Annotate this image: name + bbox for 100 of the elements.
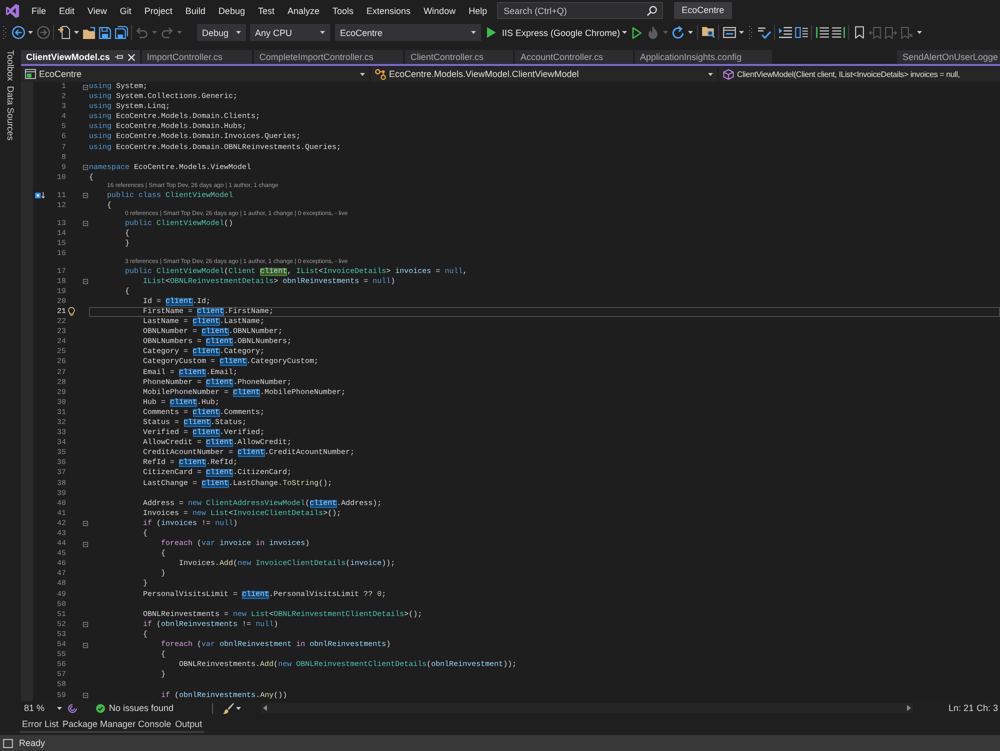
code-cleanup-button[interactable]: [222, 702, 241, 714]
menu-item[interactable]: File: [25, 6, 53, 16]
startup-project-dropdown[interactable]: EcoCentre: [335, 24, 481, 41]
left-triangle-icon[interactable]: [262, 705, 267, 711]
document-tab[interactable]: AccountController.cs: [515, 50, 634, 64]
start-debugging-button[interactable]: IIS Express (Google Chrome): [487, 24, 620, 42]
logo-icon[interactable]: [5, 4, 20, 18]
window-icon: [25, 69, 36, 79]
tool-window-tab[interactable]: Package Manager Console: [60, 717, 174, 733]
document-tab[interactable]: CompleteImportController.cs: [254, 50, 404, 64]
save-all-button[interactable]: [113, 24, 129, 42]
menu-item[interactable]: Project: [138, 6, 179, 16]
dotted-grip-icon[interactable]: [749, 26, 752, 39]
caret-icon: [152, 31, 157, 34]
menu-item[interactable]: Debug: [212, 6, 252, 16]
menu-item[interactable]: Edit: [52, 6, 82, 16]
left-arrow-circle-icon: [12, 26, 24, 39]
pin-icon[interactable]: [114, 54, 123, 60]
play-icon: [487, 27, 496, 38]
minus-square-icon[interactable]: [83, 221, 88, 226]
side-panel-tab[interactable]: Toolbox: [6, 50, 16, 82]
platform-dropdown[interactable]: Any CPU: [250, 24, 330, 41]
curved-arrow-icon: [161, 26, 173, 38]
tool-window-tab[interactable]: Output: [173, 717, 204, 733]
check-circle-icon: [96, 704, 105, 712]
caret-icon: [57, 706, 62, 710]
bookmark-arrow-icon: [869, 26, 882, 38]
document-tab[interactable]: ImportController.cs: [142, 50, 252, 64]
caret-icon: [320, 31, 325, 34]
bookmark-icon: [854, 26, 864, 39]
right-triangle-icon[interactable]: [906, 705, 911, 711]
square-outline-icon[interactable]: [3, 738, 13, 748]
tool-window-tab[interactable]: Error List: [20, 717, 61, 733]
lines-bar-icon: [832, 27, 845, 38]
minus-square-icon[interactable]: [83, 521, 88, 526]
caret-icon: [622, 31, 628, 34]
menu-item[interactable]: Test: [251, 6, 281, 16]
issues-button[interactable]: No issues found: [96, 703, 174, 713]
swirl-icon[interactable]: [68, 704, 77, 712]
page-plus-icon: [58, 26, 70, 39]
minus-square-icon[interactable]: [83, 279, 88, 284]
dotted-grip-icon[interactable]: [3, 26, 6, 39]
menu-item[interactable]: Tools: [326, 6, 360, 16]
square-arrow-icon[interactable]: [35, 192, 45, 200]
right-arrow-circle-icon: [36, 26, 50, 39]
status-text: Ready: [19, 738, 46, 748]
search-icon[interactable]: [646, 6, 657, 16]
bookmark-cross-icon: [901, 26, 914, 38]
caret-icon: [360, 72, 365, 76]
folder-magnifier-icon: [702, 27, 715, 38]
window-icon: [722, 27, 736, 38]
menu-item[interactable]: Extensions: [360, 6, 418, 16]
lines-bar-icon: [816, 27, 829, 38]
minus-square-icon[interactable]: [83, 84, 88, 90]
menu-item[interactable]: Git: [113, 6, 138, 16]
columns-icon: [794, 27, 808, 38]
zoom-dropdown[interactable]: 81 %: [21, 702, 65, 714]
minus-square-icon[interactable]: [83, 193, 88, 198]
line-position: Ln: 21: [948, 703, 974, 713]
document-tab[interactable]: ApplicationInsights.config: [635, 50, 772, 64]
text-check-icon: [758, 26, 771, 38]
lightbulb-icon[interactable]: [68, 307, 75, 316]
folder-icon: [82, 26, 96, 38]
minus-square-icon[interactable]: [83, 165, 88, 170]
curved-arrow-icon: [136, 26, 148, 38]
document-tab[interactable]: SendAlertOnUserLogge: [897, 50, 1000, 64]
brush-icon: [222, 702, 234, 714]
connected-circles-icon: [375, 68, 386, 80]
restart-button[interactable]: [670, 24, 686, 42]
caret-icon: [688, 31, 694, 34]
menu-item[interactable]: Window: [417, 6, 462, 16]
menu-item[interactable]: Analyze: [280, 6, 326, 16]
menu-item[interactable]: Build: [178, 6, 212, 16]
type-dropdown[interactable]: EcoCentre.Models.ViewModel.ClientViewModel: [371, 66, 717, 82]
search-field[interactable]: Search (Ctrl+Q): [496, 2, 663, 19]
caret-icon: [739, 31, 744, 34]
document-tab[interactable]: ClientController.cs: [405, 50, 514, 64]
member-dropdown[interactable]: ClientViewModel(Client client, IList<InvoiceDetails> invoices = null,: [719, 66, 1000, 82]
stacked-floppy-disks-icon: [114, 26, 128, 39]
project-dropdown[interactable]: EcoCentre: [21, 66, 369, 82]
caret-icon: [74, 31, 79, 34]
side-panel-tab[interactable]: Data Sources: [6, 86, 16, 141]
document-tab[interactable]: ClientViewModel.cs: [21, 50, 140, 64]
menu-item[interactable]: View: [81, 6, 114, 16]
horizontal-scrollbar[interactable]: [260, 703, 913, 713]
minus-square-icon[interactable]: [83, 693, 88, 698]
minus-square-icon[interactable]: [83, 542, 88, 547]
bookmark-arrow-icon: [885, 26, 898, 38]
caret-icon: [708, 72, 713, 76]
back-button[interactable]: [10, 24, 26, 42]
cube-icon: [723, 68, 734, 80]
minus-square-icon[interactable]: [83, 642, 88, 648]
close-icon[interactable]: [128, 54, 135, 60]
caret-icon: [236, 31, 241, 34]
new-item-button[interactable]: [56, 24, 72, 42]
minus-square-icon[interactable]: [83, 622, 88, 628]
circular-arrow-icon: [672, 26, 684, 39]
caret-icon: [28, 31, 33, 34]
menu-item[interactable]: Help: [462, 6, 494, 16]
configuration-dropdown[interactable]: Debug: [197, 24, 246, 41]
